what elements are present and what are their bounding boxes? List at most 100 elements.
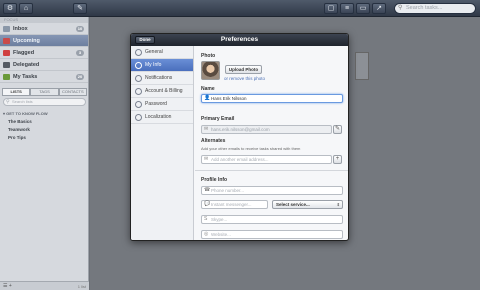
checklist-icon: [3, 74, 10, 80]
phone-placeholder: Phone number...: [211, 188, 245, 193]
background-panel: [355, 52, 369, 80]
tab-contacts[interactable]: CONTACTS: [58, 88, 87, 96]
menu-item-account-billing[interactable]: Account & Billing: [131, 85, 193, 98]
gear-icon: [135, 49, 142, 56]
upload-photo-button[interactable]: Upload Photo: [225, 65, 262, 74]
menu-label: Password: [145, 101, 167, 107]
name-label: Name: [201, 86, 215, 92]
skype-placeholder: Skype...: [211, 217, 228, 222]
menu-item-my-info[interactable]: My Info: [131, 59, 193, 72]
list-group-header[interactable]: ▾ GET TO KNOW FLOW: [3, 111, 48, 116]
sidebar-item-upcoming[interactable]: Upcoming: [0, 35, 88, 47]
sidebar-item-label: Delegated: [13, 62, 40, 68]
sidebar-item-my-tasks[interactable]: My Tasks 20: [0, 71, 88, 83]
menu-item-localization[interactable]: Localization: [131, 111, 193, 124]
top-toolbar: ⚙ ⌂ ✎ ▢ ≡ ▭ ↗ ⚲ Search tasks...: [0, 0, 480, 17]
sidebar-item-label: Flagged: [13, 50, 35, 56]
view-icon[interactable]: ▢: [324, 3, 338, 14]
profile-info-label: Profile Info: [201, 177, 228, 183]
lists-search-input[interactable]: ⚲ Search lists: [3, 98, 86, 106]
list-count: 1 list: [77, 284, 86, 289]
sidebar-tabs: LISTS TAGS CONTACTS: [2, 88, 87, 96]
search-placeholder: Search tasks...: [406, 5, 443, 11]
sidebar-item-delegated[interactable]: Delegated: [0, 59, 88, 71]
preferences-menu: General My Info Notifications Account & …: [131, 46, 194, 240]
sidebar-footer: ☰ + 1 list: [0, 281, 89, 290]
sidebar-item-label: Upcoming: [13, 38, 40, 44]
inbox-icon: [3, 26, 10, 32]
phone-input[interactable]: ☎ Phone number...: [201, 186, 343, 195]
compose-icon[interactable]: ✎: [73, 3, 87, 14]
name-value: Hans Erik Nilsson: [211, 96, 247, 101]
sidebar-item-inbox[interactable]: Inbox 10: [0, 23, 88, 35]
person-icon: [135, 62, 142, 69]
add-email-button[interactable]: +: [333, 155, 342, 164]
card-icon: [135, 88, 142, 95]
list-group-label: GET TO KNOW FLOW: [6, 111, 48, 116]
flag-icon: [3, 50, 10, 56]
globe-icon: [135, 114, 142, 121]
website-placeholder: Website...: [211, 232, 231, 237]
collapse-arrow-icon: ▾: [3, 111, 6, 116]
plus-icon: +: [335, 156, 340, 162]
search-input[interactable]: ⚲ Search tasks...: [394, 3, 476, 14]
menu-item-password[interactable]: Password: [131, 98, 193, 111]
avatar: [201, 61, 220, 80]
service-select-value: Select service...: [276, 202, 310, 207]
primary-email-value: hans.erik.nilsson@gmail.com: [211, 127, 270, 132]
bell-icon: [135, 75, 142, 82]
export-icon[interactable]: ↗: [372, 3, 386, 14]
dialog-titlebar: Done Preferences: [131, 34, 348, 46]
edit-email-button[interactable]: ✎: [333, 125, 342, 134]
menu-item-general[interactable]: General: [131, 46, 193, 59]
sidebar-footer-actions[interactable]: ☰ +: [3, 283, 12, 289]
sidebar-item-flagged[interactable]: Flagged 3: [0, 47, 88, 59]
skype-input[interactable]: S Skype...: [201, 215, 343, 224]
calendar-icon: [3, 38, 10, 44]
menu-label: General: [145, 49, 163, 55]
count-badge: 3: [76, 50, 84, 56]
name-field[interactable]: 👤 Hans Erik Nilsson: [201, 94, 343, 103]
list-item-teamwork[interactable]: Teamwork: [8, 127, 30, 132]
primary-email-label: Primary Email: [201, 116, 235, 122]
sidebar: FOCUS Inbox 10 Upcoming Flagged 3 Delega…: [0, 17, 89, 290]
person-icon: 👤: [204, 95, 211, 101]
gear-icon[interactable]: ⚙: [3, 3, 17, 14]
lists-search-placeholder: Search lists: [12, 99, 33, 104]
menu-item-notifications[interactable]: Notifications: [131, 72, 193, 85]
preferences-dialog: Done Preferences General My Info Notific…: [130, 33, 349, 241]
instant-messenger-input[interactable]: 💬 Instant messenger...: [201, 200, 268, 209]
menu-label: Account & Billing: [145, 88, 183, 94]
person-icon: [3, 62, 10, 68]
list-icon[interactable]: ≡: [340, 3, 354, 14]
list-item-the-basics[interactable]: The Basics: [8, 119, 32, 124]
tab-tags[interactable]: TAGS: [30, 88, 59, 96]
search-icon: ⚲: [6, 99, 10, 105]
list-item-pro-tips[interactable]: Pro Tips: [8, 135, 26, 140]
phone-icon: ☎: [204, 187, 211, 193]
instant-messenger-placeholder: Instant messenger...: [211, 202, 252, 207]
photo-label: Photo: [201, 53, 216, 59]
chevron-updown-icon: ⇕: [336, 202, 340, 207]
menu-label: Localization: [145, 114, 172, 120]
chat-icon: 💬: [204, 201, 211, 207]
menu-label: My Info: [145, 62, 162, 68]
search-icon: ⚲: [398, 5, 403, 11]
sidebar-item-label: Inbox: [13, 26, 28, 32]
alternate-email-placeholder: Add another email address...: [211, 157, 269, 162]
count-badge: 20: [76, 74, 84, 80]
menu-label: Notifications: [145, 75, 173, 81]
mail-icon: ✉: [204, 126, 209, 132]
count-badge: 10: [76, 26, 84, 32]
lock-icon: [135, 101, 142, 108]
website-input[interactable]: ◎ Website...: [201, 230, 343, 239]
alternate-email-input[interactable]: ✉ Add another email address...: [201, 155, 332, 164]
dialog-title: Preferences: [220, 36, 259, 43]
remove-photo-link[interactable]: or remove this photo: [224, 76, 265, 81]
home-icon[interactable]: ⌂: [19, 3, 33, 14]
section-divider: [195, 170, 348, 171]
service-select[interactable]: Select service... ⇕: [272, 200, 343, 209]
inbox-icon[interactable]: ▭: [356, 3, 370, 14]
pencil-icon: ✎: [334, 126, 341, 132]
tab-lists[interactable]: LISTS: [2, 88, 31, 96]
